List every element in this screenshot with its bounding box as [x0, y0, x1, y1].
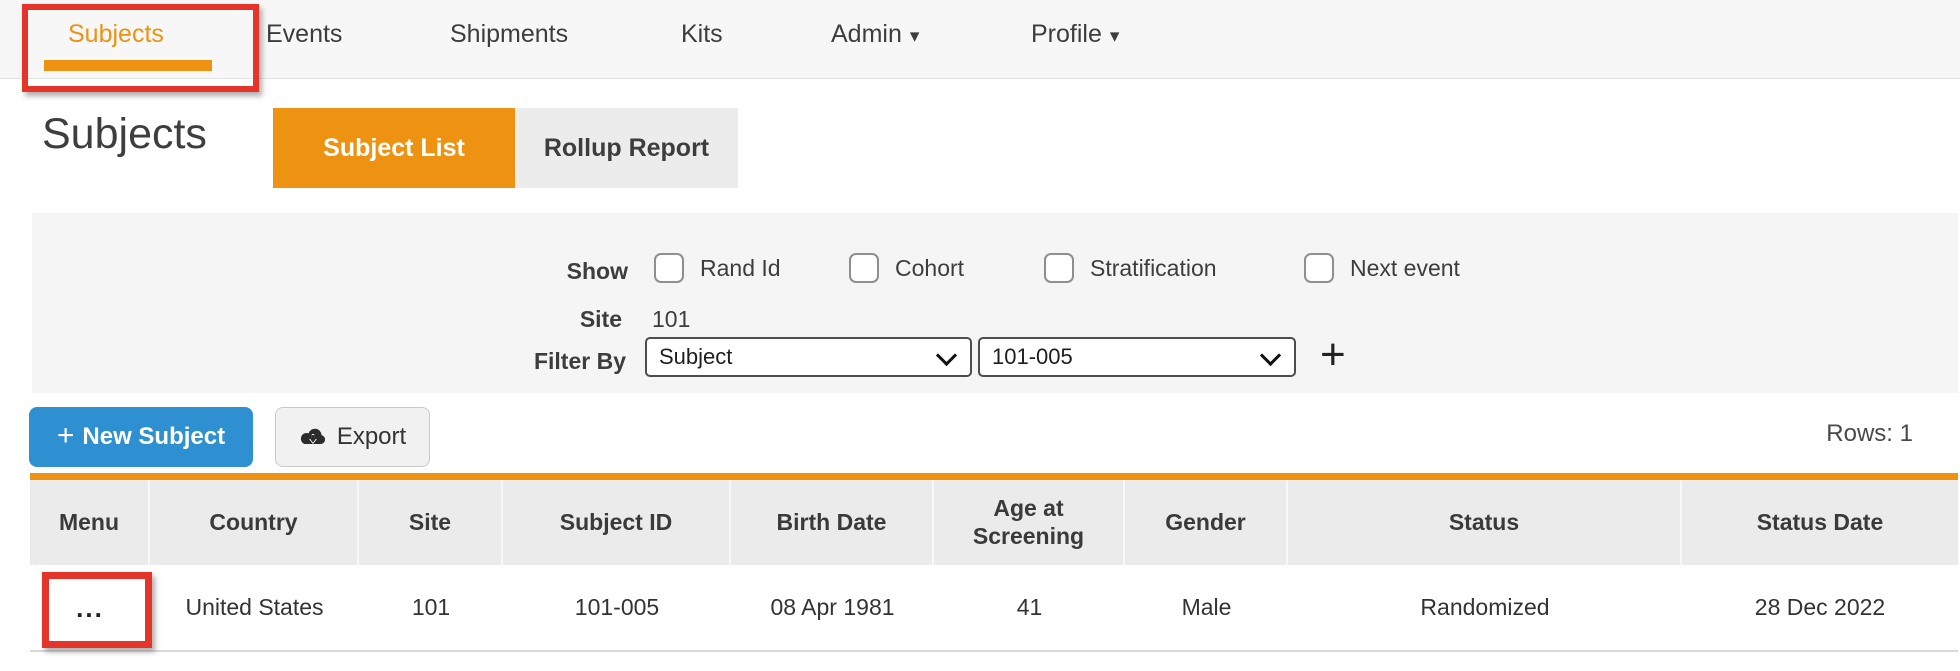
cell-status: Randomized: [1288, 565, 1682, 650]
filter-type-select[interactable]: Subject: [645, 337, 972, 377]
stratification-checkbox[interactable]: [1044, 253, 1074, 283]
cell-birth-date: 08 Apr 1981: [731, 565, 934, 650]
rows-count: Rows: 1: [1826, 420, 1913, 448]
nav-kits-label: Kits: [681, 20, 723, 48]
show-label: Show: [432, 258, 628, 285]
stratification-label: Stratification: [1090, 255, 1217, 282]
tab-rollup-report[interactable]: Rollup Report: [515, 108, 738, 188]
nav-events-label: Events: [266, 20, 342, 48]
tab-subject-list[interactable]: Subject List: [273, 108, 515, 188]
export-button[interactable]: Export: [275, 407, 430, 467]
table-header-row: Menu Country Site Subject ID Birth Date …: [30, 480, 1958, 565]
col-header-menu: Menu: [30, 480, 150, 565]
next-event-checkbox[interactable]: [1304, 253, 1334, 283]
filter-value-selected: 101-005: [992, 344, 1073, 370]
cell-status-date: 28 Dec 2022: [1682, 565, 1958, 650]
col-header-status: Status: [1288, 480, 1682, 565]
cloud-download-icon: [299, 426, 327, 448]
cell-site: 101: [359, 565, 503, 650]
nav-subjects-label: Subjects: [68, 20, 164, 48]
rand-id-checkbox[interactable]: [654, 253, 684, 283]
col-header-gender: Gender: [1125, 480, 1288, 565]
cell-gender: Male: [1125, 565, 1288, 650]
nav-item-events[interactable]: Events: [266, 20, 342, 49]
cell-menu: ...: [30, 565, 150, 650]
filter-value-select[interactable]: 101-005: [978, 337, 1296, 377]
nav-item-subjects[interactable]: Subjects: [68, 20, 164, 49]
col-header-birth-date: Birth Date: [731, 480, 934, 565]
row-menu-button[interactable]: ...: [62, 588, 118, 628]
chevron-down-icon: [936, 345, 957, 366]
caret-down-icon: ▾: [1110, 26, 1120, 47]
nav-item-profile[interactable]: Profile ▾: [1031, 20, 1119, 49]
col-header-age-at-screening: Age at Screening: [934, 480, 1125, 565]
nav-item-shipments[interactable]: Shipments: [450, 20, 568, 49]
nav-item-admin[interactable]: Admin ▾: [831, 20, 919, 49]
active-nav-underline: [44, 60, 212, 71]
subjects-table: Menu Country Site Subject ID Birth Date …: [30, 473, 1958, 652]
next-event-label: Next event: [1350, 255, 1460, 282]
page: Subjects Events Shipments Kits Admin ▾ Pr…: [0, 0, 1960, 671]
rand-id-label: Rand Id: [700, 255, 781, 282]
checkbox-cohort[interactable]: Cohort: [849, 253, 964, 283]
cohort-label: Cohort: [895, 255, 964, 282]
filter-by-label: Filter By: [432, 348, 626, 375]
table-row: ... United States 101 101-005 08 Apr 198…: [30, 565, 1958, 652]
checkbox-rand-id[interactable]: Rand Id: [654, 253, 781, 283]
nav-admin-label: Admin: [831, 20, 902, 48]
page-title: Subjects: [42, 110, 207, 159]
col-header-status-date: Status Date: [1682, 480, 1958, 565]
add-filter-button[interactable]: +: [1320, 331, 1346, 379]
site-label: Site: [432, 306, 622, 333]
cohort-checkbox[interactable]: [849, 253, 879, 283]
nav-item-kits[interactable]: Kits: [681, 20, 723, 49]
new-subject-label: New Subject: [82, 423, 225, 451]
table-accent-bar: [30, 473, 1958, 480]
view-tabs: Subject List Rollup Report: [273, 108, 738, 188]
chevron-down-icon: [1260, 345, 1281, 366]
caret-down-icon: ▾: [910, 26, 920, 47]
filter-type-selected: Subject: [659, 344, 732, 370]
checkbox-next-event[interactable]: Next event: [1304, 253, 1460, 283]
export-label: Export: [337, 423, 406, 451]
filter-panel: Show Rand Id Cohort Stratification Next …: [32, 213, 1958, 393]
nav-shipments-label: Shipments: [450, 20, 568, 48]
col-header-country: Country: [150, 480, 359, 565]
site-value: 101: [652, 306, 690, 333]
col-header-subject-id: Subject ID: [503, 480, 731, 565]
cell-country: United States: [150, 565, 359, 650]
tab-rollup-report-label: Rollup Report: [544, 134, 709, 163]
cell-age-at-screening: 41: [934, 565, 1125, 650]
nav-profile-label: Profile: [1031, 20, 1102, 48]
cell-subject-id: 101-005: [503, 565, 731, 650]
col-header-site: Site: [359, 480, 503, 565]
checkbox-stratification[interactable]: Stratification: [1044, 253, 1217, 283]
top-nav: Subjects Events Shipments Kits Admin ▾ Pr…: [0, 0, 1960, 79]
tab-subject-list-label: Subject List: [323, 134, 465, 163]
new-subject-button[interactable]: + New Subject: [29, 407, 253, 467]
plus-icon: +: [57, 419, 75, 453]
